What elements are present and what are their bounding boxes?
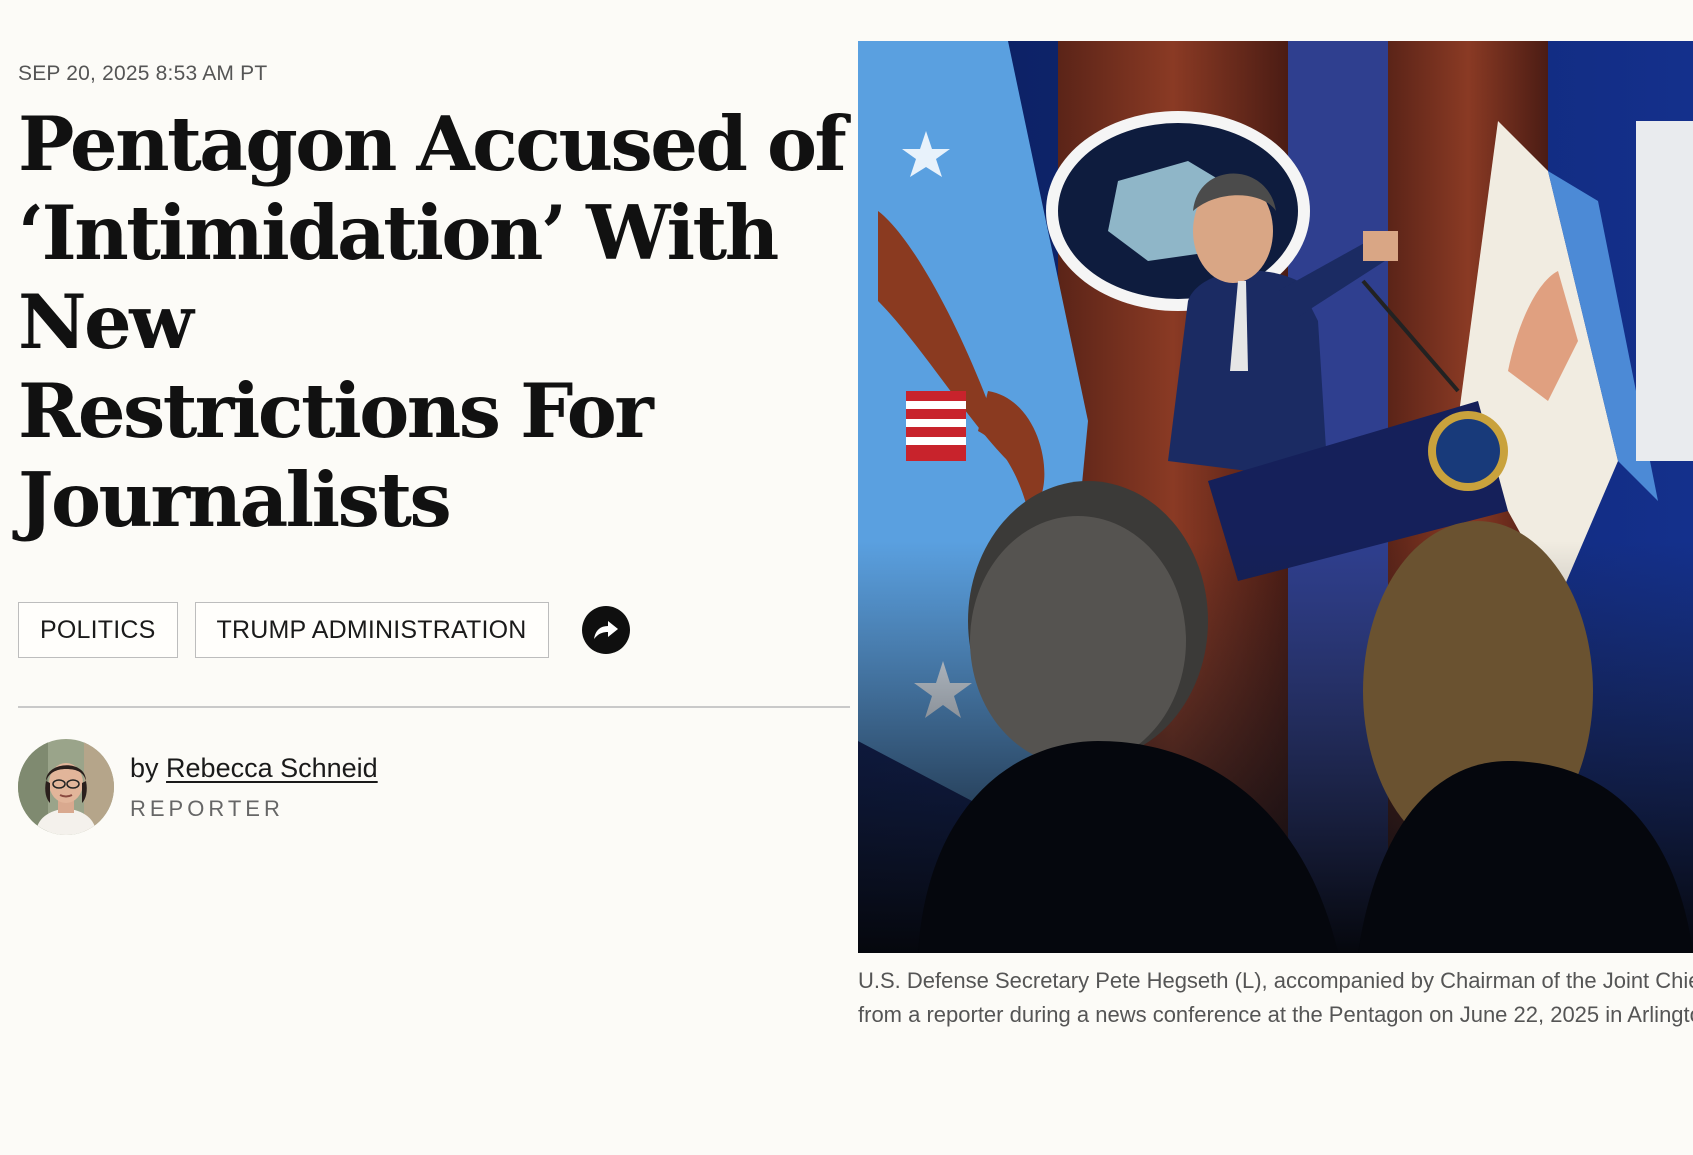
tag-politics[interactable]: POLITICS xyxy=(18,602,178,658)
byline-text: by Rebecca Schneid REPORTER xyxy=(130,753,378,822)
tag-list: POLITICS TRUMP ADMINISTRATION xyxy=(18,602,850,658)
byline-row: by Rebecca Schneid xyxy=(130,753,378,784)
publish-timestamp: SEP 20, 2025 8:53 AM PT xyxy=(18,62,268,85)
headline-line: ‘Intimidation’ With New xyxy=(18,189,779,366)
headline-line: Journalists xyxy=(18,456,452,544)
tag-trump-administration[interactable]: TRUMP ADMINISTRATION xyxy=(194,602,549,658)
caption-line: from a reporter during a news conference… xyxy=(858,1002,1693,1027)
headline-line: Pentagon Accused of xyxy=(18,100,847,188)
article-header: SEP 20, 2025 8:53 AM PT Pentagon Accused… xyxy=(18,62,850,835)
author-name-link[interactable]: Rebecca Schneid xyxy=(166,753,378,783)
headline: Pentagon Accused of ‘Intimidation’ With … xyxy=(18,100,850,545)
article-page: SEP 20, 2025 8:53 AM PT Pentagon Accused… xyxy=(0,0,1693,1155)
by-label: by xyxy=(130,752,159,783)
caption-line: U.S. Defense Secretary Pete Hegseth (L),… xyxy=(858,968,1693,993)
author-role: REPORTER xyxy=(130,795,284,821)
author-byline: by Rebecca Schneid REPORTER xyxy=(18,739,850,835)
headline-line: Restrictions For xyxy=(18,367,654,455)
share-button[interactable] xyxy=(581,606,630,654)
author-avatar[interactable] xyxy=(18,739,114,835)
header-divider xyxy=(18,706,850,708)
hero-photo xyxy=(858,41,1693,953)
photo-caption: U.S. Defense Secretary Pete Hegseth (L),… xyxy=(858,964,1693,1032)
share-arrow-icon xyxy=(593,621,618,639)
